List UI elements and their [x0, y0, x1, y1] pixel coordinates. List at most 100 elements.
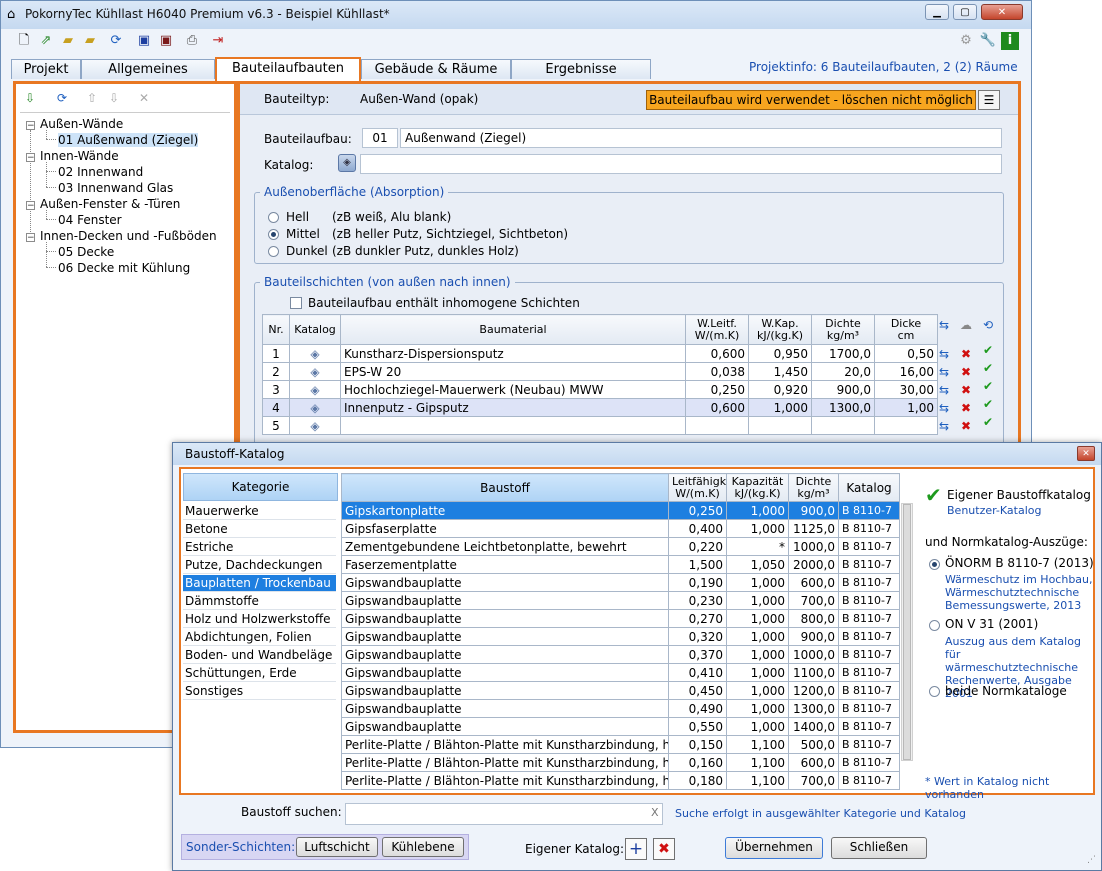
row-delete-icon[interactable]: ✖: [958, 418, 974, 434]
cell-material[interactable]: EPS-W 20: [340, 362, 686, 381]
radio-hell[interactable]: [268, 212, 279, 223]
cell-dichte[interactable]: 20,0: [811, 362, 875, 381]
cell-wleit[interactable]: 0,600: [685, 398, 749, 417]
table-row[interactable]: 4 ◈ Innenputz - Gipsputz 0,600 1,000 130…: [262, 398, 938, 417]
info-icon[interactable]: i: [1001, 32, 1019, 50]
cell-dichte[interactable]: 1100,0: [788, 663, 839, 682]
category-item[interactable]: Betone: [183, 521, 336, 538]
cell-kapazitaet[interactable]: 1,050: [726, 555, 789, 574]
table-row[interactable]: Gipsfaserplatte 0,400 1,000 1125,0 B 8110-7: [341, 519, 900, 538]
row-swap-icon[interactable]: ⇆: [936, 346, 952, 362]
cell-dichte[interactable]: 1300,0: [811, 398, 875, 417]
cell-baustoff[interactable]: Gipswandbauplatte: [341, 609, 669, 628]
catalog-book-icon[interactable]: ◈: [289, 362, 341, 381]
uebernehmen-button[interactable]: Übernehmen: [725, 837, 823, 859]
table-row[interactable]: Faserzementplatte 1,500 1,050 2000,0 B 8110-…: [341, 555, 900, 574]
copy-refresh-icon[interactable]: ⟳: [54, 90, 70, 106]
tree-item-01[interactable]: 01 Außenwand (Ziegel): [58, 133, 199, 147]
cell-dicke[interactable]: [874, 416, 938, 435]
cell-kapazitaet[interactable]: 1,000: [726, 645, 789, 664]
cell-dichte[interactable]: 700,0: [788, 771, 839, 790]
cell-leitfaehigkeit[interactable]: 0,320: [668, 627, 727, 646]
cell-kapazitaet[interactable]: 1,100: [726, 753, 789, 772]
cell-dicke[interactable]: 16,00: [874, 362, 938, 381]
cell-dichte[interactable]: 600,0: [788, 753, 839, 772]
table-row[interactable]: Gipswandbauplatte 0,450 1,000 1200,0 B 8110-…: [341, 681, 900, 700]
reverse-order-icon[interactable]: ⟲: [980, 317, 996, 333]
cell-katalog[interactable]: B 8110-7: [838, 753, 900, 772]
table-row[interactable]: Gipswandbauplatte 0,230 1,000 700,0 B 8110-7: [341, 591, 900, 610]
cell-wkap[interactable]: 0,950: [748, 344, 812, 363]
category-item[interactable]: Dämmstoffe: [183, 593, 336, 610]
cell-dichte[interactable]: 600,0: [788, 573, 839, 592]
cell-dichte[interactable]: 700,0: [788, 591, 839, 610]
cell-kapazitaet[interactable]: 1,000: [726, 699, 789, 718]
cell-leitfaehigkeit[interactable]: 0,270: [668, 609, 727, 628]
tree-group-innen-waende[interactable]: Innen-Wände: [40, 149, 119, 163]
cell-katalog[interactable]: B 8110-7: [838, 501, 900, 520]
tab-gebaeude-raeume[interactable]: Gebäude & Räume: [361, 59, 511, 79]
print-icon[interactable]: ⎙: [183, 32, 201, 50]
cell-baustoff[interactable]: Gipskartonplatte: [341, 501, 669, 520]
cell-wkap[interactable]: 0,920: [748, 380, 812, 399]
row-check-icon[interactable]: ✔: [980, 342, 996, 358]
row-swap-icon[interactable]: ⇆: [936, 382, 952, 398]
cell-katalog[interactable]: B 8110-7: [838, 771, 900, 790]
cloud-icon[interactable]: ☁: [958, 317, 974, 333]
cell-kapazitaet[interactable]: 1,000: [726, 681, 789, 700]
row-delete-icon[interactable]: ✖: [958, 400, 974, 416]
katalog-field[interactable]: [360, 154, 1002, 174]
category-item[interactable]: Holz und Holzwerkstoffe: [183, 611, 336, 628]
add-icon[interactable]: +: [625, 838, 647, 860]
cell-dichte[interactable]: 900,0: [788, 627, 839, 646]
luftschicht-button[interactable]: Luftschicht: [296, 837, 378, 857]
cell-kapazitaet[interactable]: 1,000: [726, 573, 789, 592]
table-row[interactable]: Perlite-Platte / Blähton-Platte mit Kuns…: [341, 753, 900, 772]
row-swap-icon[interactable]: ⇆: [936, 418, 952, 434]
table-row[interactable]: Zementgebundene Leichtbetonplatte, beweh…: [341, 537, 900, 556]
cell-baustoff[interactable]: Perlite-Platte / Blähton-Platte mit Kuns…: [341, 771, 669, 790]
table-row[interactable]: Gipswandbauplatte 0,410 1,000 1100,0 B 8110-…: [341, 663, 900, 682]
cell-katalog[interactable]: B 8110-7: [838, 537, 900, 556]
cell-wkap[interactable]: 1,000: [748, 398, 812, 417]
catalog-book-icon[interactable]: ◈: [289, 398, 341, 417]
table-row[interactable]: 5 ◈: [262, 416, 938, 435]
cell-kapazitaet[interactable]: 1,000: [726, 609, 789, 628]
category-item[interactable]: Abdichtungen, Folien: [183, 629, 336, 646]
table-row[interactable]: Gipswandbauplatte 0,320 1,000 900,0 B 8110-7: [341, 627, 900, 646]
category-item[interactable]: Sonstiges: [183, 683, 336, 700]
table-row[interactable]: Gipswandbauplatte 0,190 1,000 600,0 B 8110-7: [341, 573, 900, 592]
table-row[interactable]: 1 ◈ Kunstharz-Dispersionsputz 0,600 0,95…: [262, 344, 938, 363]
catalog-book-icon[interactable]: ◈: [289, 416, 341, 435]
exit-icon[interactable]: ⇥: [209, 32, 227, 50]
cell-baustoff[interactable]: Gipswandbauplatte: [341, 717, 669, 736]
radio-mittel[interactable]: [268, 229, 279, 240]
cell-katalog[interactable]: B 8110-7: [838, 645, 900, 664]
category-item[interactable]: Boden- und Wandbeläge: [183, 647, 336, 664]
cell-wleit[interactable]: [685, 416, 749, 435]
search-input[interactable]: [345, 803, 663, 825]
tree-item-04[interactable]: 04 Fenster: [58, 213, 122, 227]
cell-dichte[interactable]: 1200,0: [788, 681, 839, 700]
save-as-icon[interactable]: ▣: [157, 32, 175, 50]
wrench-icon[interactable]: 🔧: [979, 32, 997, 50]
cell-katalog[interactable]: B 8110-7: [838, 555, 900, 574]
move-down-icon[interactable]: ⇩: [106, 90, 122, 106]
cell-leitfaehigkeit[interactable]: 0,180: [668, 771, 727, 790]
cell-baustoff[interactable]: Gipswandbauplatte: [341, 699, 669, 718]
cell-leitfaehigkeit[interactable]: 1,500: [668, 555, 727, 574]
table-row[interactable]: Perlite-Platte / Blähton-Platte mit Kuns…: [341, 771, 900, 790]
collapse-toggle[interactable]: −: [26, 121, 35, 131]
tree-group-aussen-fenster[interactable]: Außen-Fenster & -Türen: [40, 197, 180, 211]
resize-grip-icon[interactable]: ⋰: [1087, 855, 1096, 865]
cell-dichte[interactable]: 800,0: [788, 609, 839, 628]
cell-dichte[interactable]: 900,0: [811, 380, 875, 399]
cell-kapazitaet[interactable]: *: [726, 537, 789, 556]
cell-baustoff[interactable]: Gipswandbauplatte: [341, 663, 669, 682]
cell-baustoff[interactable]: Perlite-Platte / Blähton-Platte mit Kuns…: [341, 753, 669, 772]
cell-leitfaehigkeit[interactable]: 0,190: [668, 573, 727, 592]
cell-wkap[interactable]: [748, 416, 812, 435]
cell-material[interactable]: Kunstharz-Dispersionsputz: [340, 344, 686, 363]
table-row[interactable]: Gipswandbauplatte 0,490 1,000 1300,0 B 8110-…: [341, 699, 900, 718]
catalog-book-icon[interactable]: ◈: [289, 380, 341, 399]
